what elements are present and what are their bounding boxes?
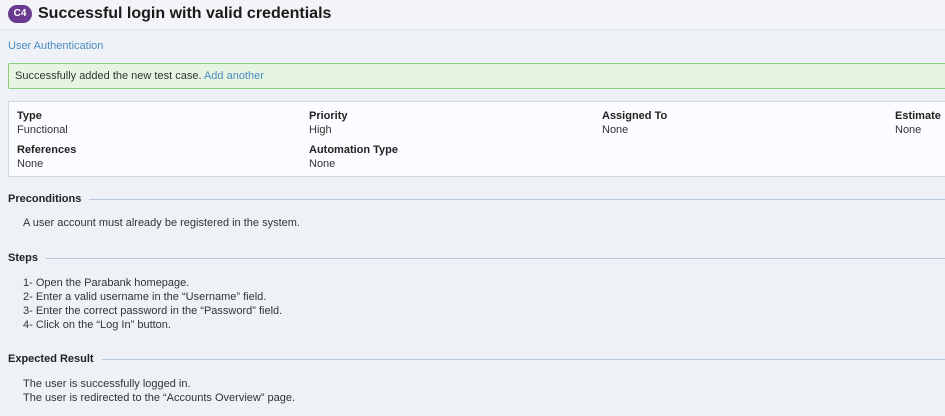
- steps-heading-label: Steps: [8, 251, 46, 265]
- field-priority-value: High: [309, 124, 332, 136]
- field-references: References None: [17, 143, 76, 171]
- step-line: 1- Open the Parabank homepage.: [23, 277, 190, 289]
- field-references-value: None: [17, 158, 44, 170]
- steps-divider: [8, 258, 945, 259]
- field-references-label: References: [17, 144, 77, 156]
- preconditions-heading: Preconditions: [8, 192, 945, 206]
- alert-message: Successfully added the new test case.: [15, 70, 202, 82]
- case-id-badge: C4: [8, 5, 32, 23]
- field-assigned-to-label: Assigned To: [602, 110, 668, 122]
- page-title: Successful login with valid credentials: [38, 5, 332, 22]
- expected-result-heading-label: Expected Result: [8, 352, 102, 366]
- field-estimate: Estimate None: [895, 109, 941, 137]
- section-breadcrumb-link[interactable]: User Authentication: [8, 40, 103, 52]
- field-estimate-label: Estimate: [895, 110, 941, 122]
- field-assigned-to-value: None: [602, 124, 629, 136]
- field-type-value: Functional: [17, 124, 68, 136]
- field-priority-label: Priority: [309, 110, 348, 122]
- steps-text: 1- Open the Parabank homepage. 2- Enter …: [23, 276, 282, 332]
- preconditions-line: A user account must already be registere…: [23, 217, 300, 229]
- field-type: Type Functional: [17, 109, 68, 137]
- preconditions-divider: [8, 199, 945, 200]
- step-line: 2- Enter a valid username in the “Userna…: [23, 291, 267, 303]
- field-automation-type: Automation Type None: [309, 143, 398, 171]
- step-line: 3- Enter the correct password in the “Pa…: [23, 305, 283, 317]
- add-another-link[interactable]: Add another: [204, 70, 264, 82]
- expected-result-heading: Expected Result: [8, 352, 945, 366]
- expected-result-text: The user is successfully logged in. The …: [23, 377, 295, 405]
- expected-line: The user is successfully logged in.: [23, 378, 191, 390]
- expected-result-divider: [8, 359, 945, 360]
- preconditions-text: A user account must already be registere…: [23, 216, 300, 230]
- preconditions-heading-label: Preconditions: [8, 192, 90, 206]
- expected-line: The user is redirected to the “Accounts …: [23, 392, 296, 404]
- step-line: 4- Click on the “Log In” button.: [23, 319, 171, 331]
- page-header: C4 Successful login with valid credentia…: [0, 0, 945, 30]
- field-estimate-value: None: [895, 124, 922, 136]
- field-assigned-to: Assigned To None: [602, 109, 667, 137]
- test-case-details-panel: Type Functional Priority High Assigned T…: [8, 101, 945, 177]
- success-alert: Successfully added the new test case. Ad…: [8, 63, 945, 89]
- field-type-label: Type: [17, 110, 42, 122]
- field-priority: Priority High: [309, 109, 348, 137]
- field-automation-type-label: Automation Type: [309, 144, 399, 156]
- steps-heading: Steps: [8, 251, 945, 265]
- field-automation-type-value: None: [309, 158, 336, 170]
